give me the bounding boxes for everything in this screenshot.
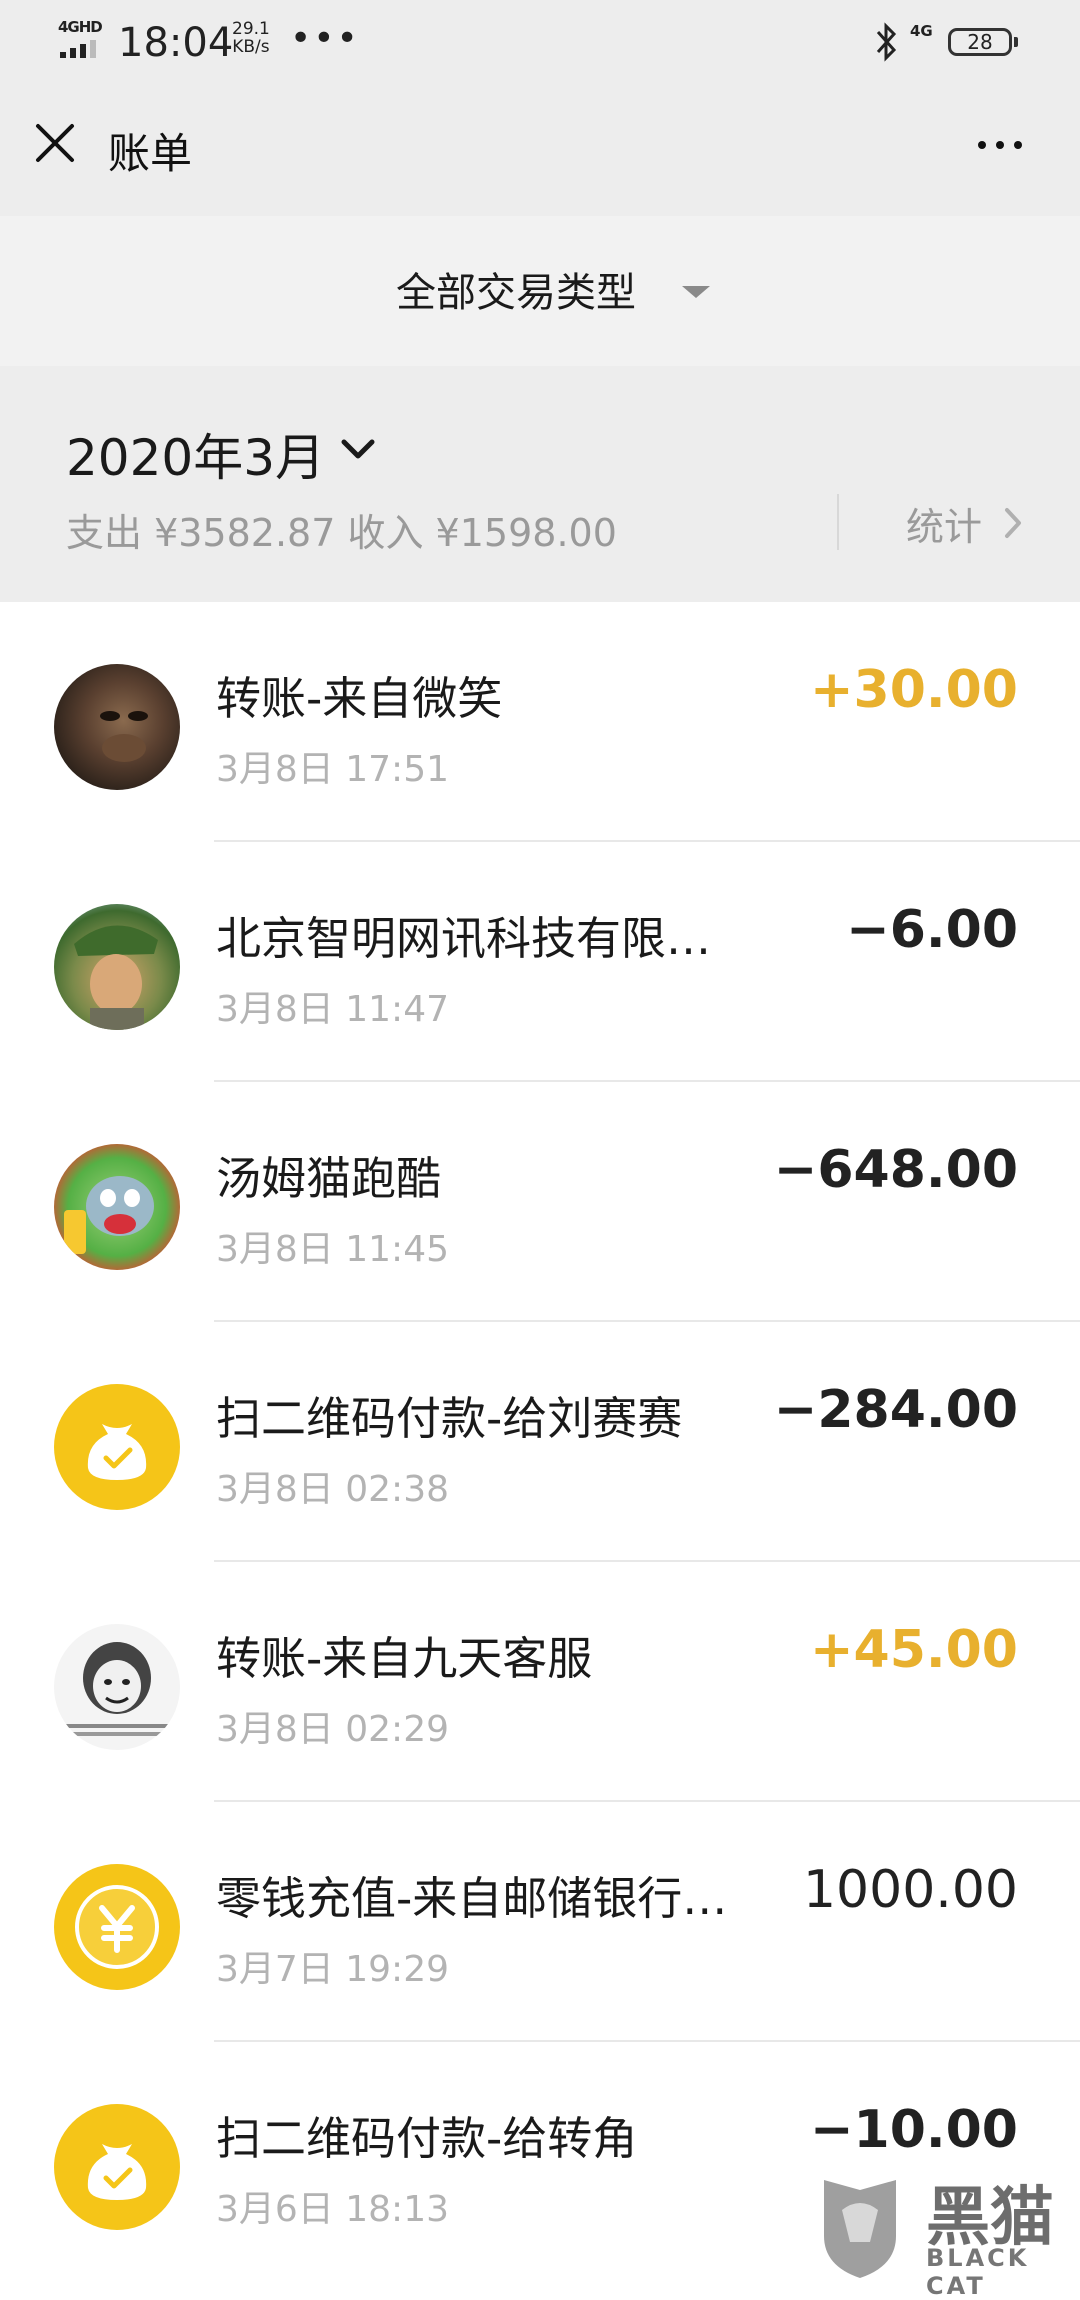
meme-avatar <box>54 1624 180 1750</box>
close-icon[interactable] <box>30 118 80 168</box>
transaction-row[interactable]: 北京智明网讯科技有限… 3月8日 11:47 −6.00 <box>0 842 1080 1082</box>
transaction-title: 汤姆猫跑酷 <box>216 1152 442 1205</box>
transaction-time: 3月8日 02:38 <box>216 1469 449 1510</box>
gorilla-avatar <box>54 664 180 790</box>
transaction-time: 3月8日 02:29 <box>216 1709 449 1750</box>
filter-label: 全部交易类型 <box>396 270 636 316</box>
status-bar: 4GHD 18:04 29.1 KB/s ••• 4G 28 <box>0 0 1080 84</box>
transaction-title: 转账-来自微笑 <box>216 672 503 725</box>
month-selector[interactable]: 2020年3月 <box>66 418 325 490</box>
transaction-type-filter[interactable]: 全部交易类型 <box>0 216 1080 366</box>
transaction-title: 扫二维码付款-给转角 <box>216 2112 638 2165</box>
transaction-amount: −284.00 <box>773 1380 1018 1440</box>
transaction-time: 3月8日 17:51 <box>216 749 449 790</box>
transaction-time: 3月8日 11:47 <box>216 989 449 1030</box>
transaction-row[interactable]: 转账-来自微笑 3月8日 17:51 +30.00 <box>0 602 1080 842</box>
transaction-time: 3月8日 11:45 <box>216 1229 449 1270</box>
chevron-down-icon[interactable] <box>340 438 376 462</box>
monthly-totals: 支出 ¥3582.87 收入 ¥1598.00 <box>66 511 617 555</box>
transaction-time: 3月6日 18:13 <box>216 2189 449 2230</box>
title-bar: 账单 <box>0 84 1080 216</box>
transaction-amount: +30.00 <box>809 660 1018 720</box>
status-overflow-icon: ••• <box>290 18 360 59</box>
watermark-subtext: BLACK CAT <box>926 2244 1030 2300</box>
soldier-avatar <box>54 904 180 1030</box>
transaction-list: 转账-来自微笑 3月8日 17:51 +30.00 北京智明网讯科技有限… 3月… <box>0 602 1080 2282</box>
chevron-right-icon[interactable] <box>1003 506 1025 540</box>
transaction-amount: −648.00 <box>773 1140 1018 1200</box>
battery-icon: 28 <box>948 28 1018 56</box>
network-type: 4GHD <box>58 18 103 36</box>
page-title: 账单 <box>108 129 193 178</box>
transaction-row[interactable]: 汤姆猫跑酷 3月8日 11:45 −648.00 <box>0 1082 1080 1322</box>
transaction-row[interactable]: 转账-来自九天客服 3月8日 02:29 +45.00 <box>0 1562 1080 1802</box>
transaction-row[interactable]: 扫二维码付款-给刘赛赛 3月8日 02:38 −284.00 <box>0 1322 1080 1562</box>
caret-down-icon <box>682 286 710 298</box>
signal-bars-icon <box>60 40 96 58</box>
transaction-amount: −10.00 <box>809 2100 1018 2160</box>
transaction-title: 北京智明网讯科技有限… <box>216 912 712 965</box>
transaction-time: 3月7日 19:29 <box>216 1949 449 1990</box>
signal-type: 4G <box>910 22 933 40</box>
transaction-amount: −6.00 <box>846 900 1018 960</box>
cat-avatar <box>54 1144 180 1270</box>
more-options-icon[interactable] <box>970 124 1030 164</box>
divider <box>837 494 839 550</box>
speed-value: 29.1 <box>232 19 270 39</box>
network-speed: 29.1 KB/s <box>232 20 270 56</box>
transaction-amount: +45.00 <box>809 1620 1018 1680</box>
yuan-coin-icon <box>54 1864 180 1990</box>
clock: 18:04 <box>118 20 234 66</box>
money-bag-icon <box>54 2104 180 2230</box>
month-summary: 2020年3月 支出 ¥3582.87 收入 ¥1598.00 统计 <box>0 366 1080 602</box>
transaction-title: 扫二维码付款-给刘赛赛 <box>216 1392 683 1445</box>
transaction-title: 零钱充值-来自邮储银行… <box>216 1872 728 1925</box>
transaction-amount: 1000.00 <box>802 1860 1018 1920</box>
bluetooth-icon <box>876 22 897 62</box>
speed-unit: KB/s <box>232 37 270 57</box>
transaction-row[interactable]: 零钱充值-来自邮储银行… 3月7日 19:29 1000.00 <box>0 1802 1080 2042</box>
transaction-title: 转账-来自九天客服 <box>216 1632 593 1685</box>
money-bag-icon <box>54 1384 180 1510</box>
statistics-link[interactable]: 统计 <box>906 496 982 551</box>
